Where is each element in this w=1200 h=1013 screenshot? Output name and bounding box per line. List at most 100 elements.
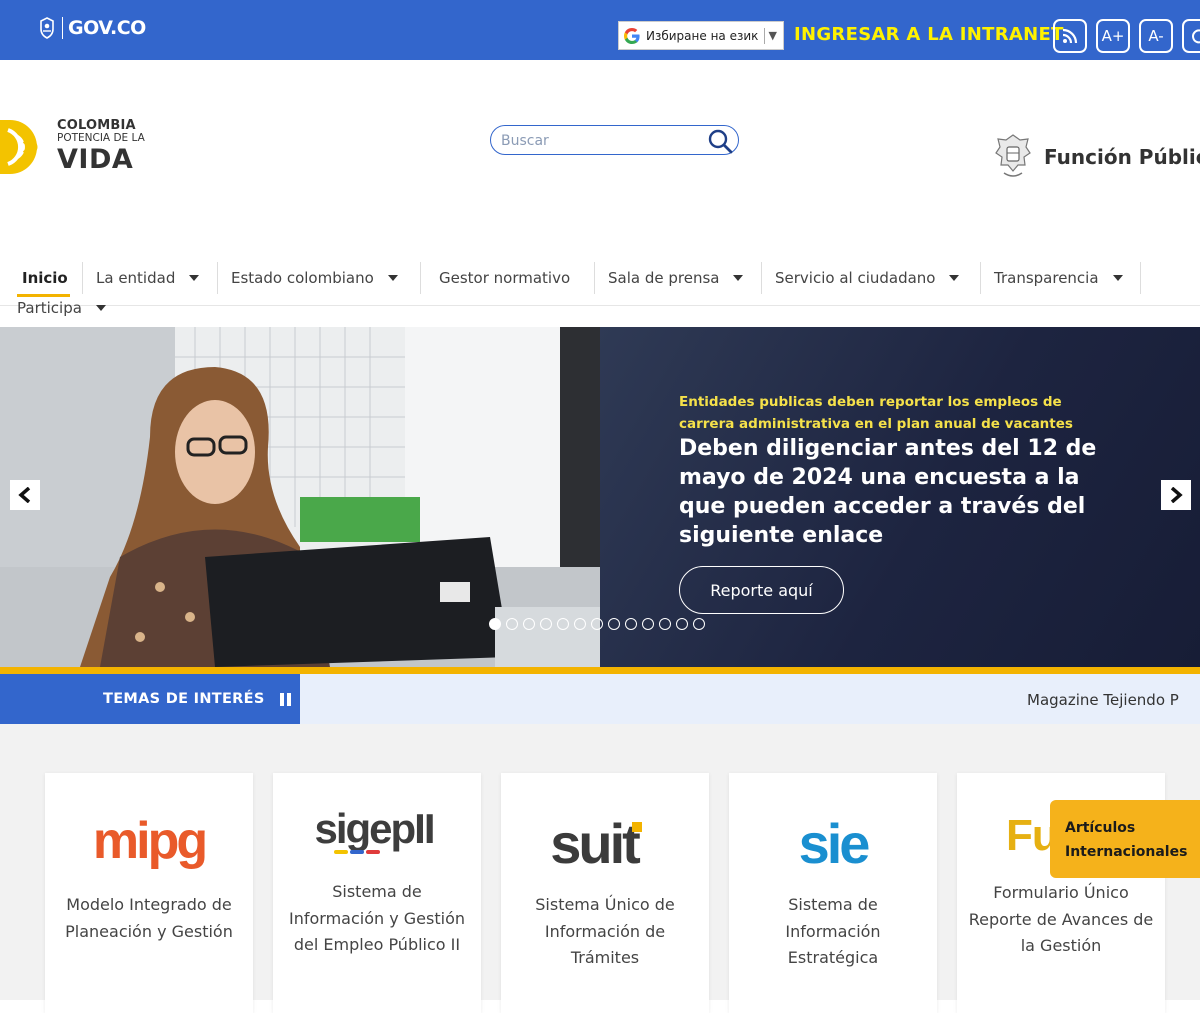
chevron-left-icon bbox=[18, 487, 31, 503]
carousel-dot[interactable] bbox=[693, 618, 705, 630]
svg-text:sigepII: sigepII bbox=[314, 805, 433, 852]
caret-down-icon bbox=[95, 305, 106, 311]
colombia-seal-icon bbox=[40, 17, 54, 39]
carousel-prev-button[interactable] bbox=[10, 480, 40, 510]
caret-down-icon bbox=[1112, 275, 1123, 281]
funcion-publica-text: Función Públic bbox=[1044, 145, 1200, 169]
active-nav-indicator bbox=[17, 294, 70, 297]
nav-divider bbox=[761, 262, 762, 294]
temas-label: TEMAS DE INTERÉS bbox=[103, 691, 265, 707]
articulos-internacionales-button[interactable]: Artículos Internacionales bbox=[1050, 800, 1200, 878]
suit-logo: suit bbox=[501, 803, 709, 883]
google-icon bbox=[624, 27, 640, 44]
nav-item-sala-de-prensa[interactable]: Sala de prensa bbox=[608, 260, 744, 296]
carousel-dot[interactable] bbox=[591, 618, 603, 630]
font-increase-label: A+ bbox=[1101, 27, 1125, 45]
nav-item-label: Inicio bbox=[22, 269, 68, 287]
nav-item-label: Gestor normativo bbox=[439, 269, 571, 287]
nav-item-la-entidad[interactable]: La entidad bbox=[96, 260, 200, 296]
brand-line-3: VIDA bbox=[57, 143, 134, 175]
gov-logo-divider bbox=[62, 17, 63, 39]
card-description: Sistema Único de Información de Trámites bbox=[535, 895, 675, 967]
card-description: Sistema de Información y Gestión del Emp… bbox=[288, 882, 465, 954]
sie-logo: sie bbox=[729, 803, 937, 883]
search-box bbox=[490, 125, 739, 155]
font-decrease-label: A- bbox=[1148, 27, 1164, 45]
carousel-dot[interactable] bbox=[557, 618, 569, 630]
nav-divider bbox=[217, 262, 218, 294]
search-icon[interactable] bbox=[707, 128, 733, 154]
chevron-right-icon bbox=[1170, 487, 1183, 503]
caret-down-icon bbox=[949, 275, 960, 281]
nav-item-servicio-al-ciudadano[interactable]: Servicio al ciudadano bbox=[775, 260, 960, 296]
hero-kicker: Entidades publicas deben reportar los em… bbox=[679, 394, 1073, 432]
hero-photo bbox=[0, 327, 600, 667]
gov-logo-text: GOV.CO bbox=[68, 17, 146, 39]
carousel-indicators bbox=[489, 618, 705, 630]
carousel-dot[interactable] bbox=[659, 618, 671, 630]
card-suit[interactable]: suit Sistema Único de Información de Trá… bbox=[501, 773, 709, 1013]
font-increase-button[interactable]: A+ bbox=[1096, 19, 1130, 53]
carousel-dot[interactable] bbox=[540, 618, 552, 630]
nav-item-label: Participa bbox=[17, 299, 82, 317]
nav-divider bbox=[980, 262, 981, 294]
nav-item-label: Sala de prensa bbox=[608, 269, 720, 287]
carousel-dot[interactable] bbox=[642, 618, 654, 630]
contrast-button[interactable] bbox=[1182, 19, 1200, 53]
sigep-logo: sigepII bbox=[273, 793, 481, 873]
card-description: Sistema de Información Estratégica bbox=[785, 895, 881, 967]
nav-item-transparencia[interactable]: Transparencia bbox=[994, 260, 1123, 296]
pause-icon[interactable] bbox=[279, 692, 291, 706]
carousel-dot[interactable] bbox=[625, 618, 637, 630]
gov-top-bar: GOV.CO Избиране на език ▼ INGRESAR A LA … bbox=[0, 0, 1200, 60]
coat-of-arms-icon bbox=[995, 134, 1031, 177]
svg-text:suit: suit bbox=[550, 812, 640, 875]
nav-divider bbox=[594, 262, 595, 294]
nav-divider bbox=[420, 262, 421, 294]
svg-text:mipg: mipg bbox=[93, 812, 205, 870]
brand-line-2: POTENCIA DE LA bbox=[57, 132, 145, 144]
intranet-link[interactable]: INGRESAR A LA INTRANET bbox=[794, 24, 1064, 45]
nav-item-estado-colombiano[interactable]: Estado colombiano bbox=[231, 260, 398, 296]
temas-tab: TEMAS DE INTERÉS bbox=[0, 674, 300, 724]
hero-accent-strip bbox=[0, 667, 1200, 674]
carousel-dot[interactable] bbox=[489, 618, 501, 630]
nav-item-label: La entidad bbox=[96, 269, 176, 287]
reporte-aqui-button[interactable]: Reporte aquí bbox=[679, 566, 844, 614]
nav-item-gestor-normativo[interactable]: Gestor normativo bbox=[439, 260, 570, 296]
hero-title: Deben diligenciar antes del 12 de mayo d… bbox=[679, 436, 1097, 548]
nav-item-label: Estado colombiano bbox=[231, 269, 374, 287]
temas-de-interes-bar: TEMAS DE INTERÉS Magazine Tejiendo P bbox=[0, 674, 1200, 724]
main-navigation: Inicio La entidad Estado colombiano Gest… bbox=[0, 260, 1200, 317]
caret-down-icon bbox=[733, 275, 744, 281]
card-sie[interactable]: sie Sistema de Información Estratégica bbox=[729, 773, 937, 1013]
carousel-dot[interactable] bbox=[523, 618, 535, 630]
language-selector[interactable]: Избиране на език ▼ bbox=[618, 21, 784, 50]
card-mipg[interactable]: mipg Modelo Integrado de Planeación y Ge… bbox=[45, 773, 253, 1013]
nav-divider bbox=[1140, 262, 1141, 294]
search-input[interactable] bbox=[501, 131, 701, 151]
carousel-dot[interactable] bbox=[574, 618, 586, 630]
caret-down-icon bbox=[387, 275, 398, 281]
font-decrease-button[interactable]: A- bbox=[1139, 19, 1173, 53]
chevron-down-icon: ▼ bbox=[768, 29, 777, 42]
brand-line-1: COLOMBIA bbox=[57, 118, 136, 133]
temas-ticker-item[interactable]: Magazine Tejiendo P bbox=[1027, 691, 1179, 709]
funcion-publica-logo[interactable]: Función Públic bbox=[990, 131, 1200, 183]
rss-button[interactable] bbox=[1053, 19, 1087, 53]
carousel-next-button[interactable] bbox=[1161, 480, 1191, 510]
colombia-brand-text: COLOMBIA POTENCIA DE LA VIDA bbox=[57, 119, 145, 173]
nav-divider bbox=[82, 262, 83, 294]
rss-icon bbox=[1062, 28, 1078, 44]
caret-down-icon bbox=[189, 275, 200, 281]
card-description: Formulario Único Reporte de Avances de l… bbox=[968, 883, 1154, 955]
carousel-dot[interactable] bbox=[506, 618, 518, 630]
language-selector-divider bbox=[763, 27, 765, 44]
carousel-dot[interactable] bbox=[676, 618, 688, 630]
carousel-dot[interactable] bbox=[608, 618, 620, 630]
nav-item-label: Transparencia bbox=[994, 269, 1099, 287]
nav-item-inicio[interactable]: Inicio bbox=[22, 260, 68, 296]
gov-co-logo[interactable]: GOV.CO bbox=[38, 17, 146, 39]
contrast-icon bbox=[1192, 29, 1200, 44]
card-sigep[interactable]: sigepII Sistema de Información y Gestión… bbox=[273, 773, 481, 1013]
